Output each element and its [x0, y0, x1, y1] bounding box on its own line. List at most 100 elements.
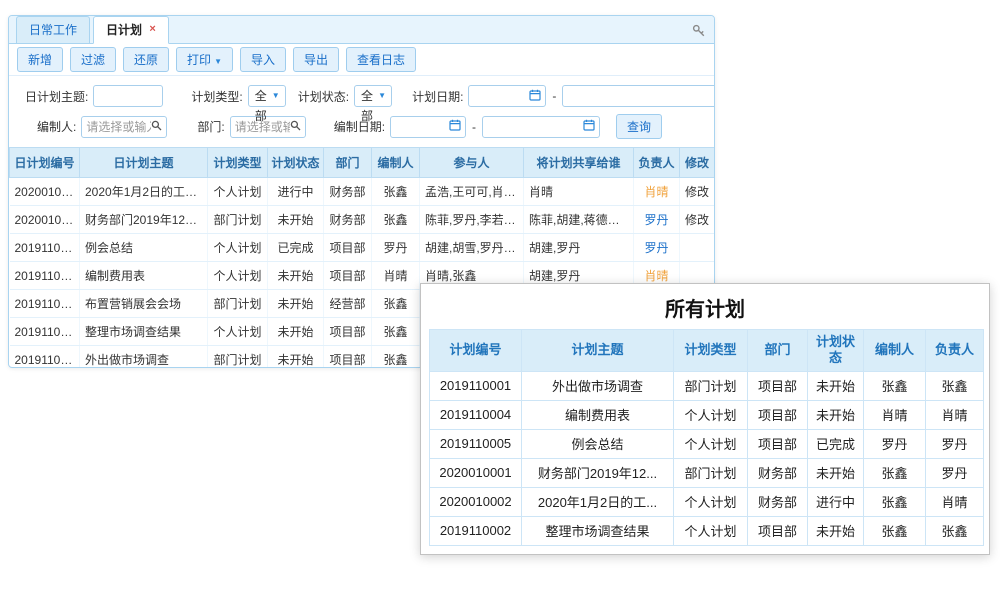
- cell-status: 未开始: [808, 400, 864, 429]
- cell-participants: 陈菲,罗丹,李若若,罗...: [420, 206, 524, 234]
- export-button[interactable]: 导出: [293, 47, 339, 72]
- col-share[interactable]: 将计划共享给谁: [524, 148, 634, 178]
- table-row[interactable]: 2019110005 例会总结 个人计划 已完成 项目部 罗丹 胡建,胡雪,罗丹…: [10, 234, 715, 262]
- cell-modify-link[interactable]: [680, 234, 715, 262]
- compile-date-from-input[interactable]: [390, 116, 466, 138]
- cell-compiler: 张鑫: [372, 206, 420, 234]
- cell-type: 个人计划: [674, 400, 748, 429]
- col-plan-id: 计划编号: [430, 330, 522, 372]
- cell-compiler: 罗丹: [372, 234, 420, 262]
- close-tab-icon[interactable]: ×: [149, 23, 155, 35]
- cell-plan-id[interactable]: 2019110003: [10, 290, 80, 318]
- cell-compiler: 张鑫: [372, 178, 420, 206]
- cell-plan-id[interactable]: 2020010001: [10, 206, 80, 234]
- cell-plan-id[interactable]: 2020010002: [10, 178, 80, 206]
- add-button[interactable]: 新增: [17, 47, 63, 72]
- cell-owner[interactable]: 肖晴: [634, 178, 680, 206]
- dept-picker[interactable]: [230, 116, 306, 138]
- cell-dept: 财务部: [748, 458, 808, 487]
- cell-subject[interactable]: 例会总结: [80, 234, 208, 262]
- tab-daily-plan[interactable]: 日计划 ×: [93, 16, 169, 44]
- cell-compiler: 张鑫: [864, 487, 926, 516]
- cell-owner[interactable]: 罗丹: [634, 206, 680, 234]
- cell-subject: 财务部门2019年12...: [522, 458, 674, 487]
- cell-subject[interactable]: 财务部门2019年12月的...: [80, 206, 208, 234]
- col-type[interactable]: 计划类型: [208, 148, 268, 178]
- plan-date-from-input[interactable]: [468, 85, 546, 107]
- cell-owner[interactable]: 罗丹: [634, 234, 680, 262]
- cell-plan-id[interactable]: 2019110004: [10, 262, 80, 290]
- table-row[interactable]: 2020010002 2020年1月2日的工作日... 个人计划 进行中 财务部…: [10, 178, 715, 206]
- import-button[interactable]: 导入: [240, 47, 286, 72]
- cell-share: 陈菲,胡建,蒋德帆,...: [524, 206, 634, 234]
- col-owner[interactable]: 负责人: [634, 148, 680, 178]
- tab-bar: 日常工作 日计划 ×: [9, 16, 714, 44]
- cell-type: 个人计划: [208, 234, 268, 262]
- compiler-label: 编制人:: [37, 118, 76, 135]
- cell-dept: 项目部: [748, 400, 808, 429]
- cell-plan-id[interactable]: 2019110005: [10, 234, 80, 262]
- status-select[interactable]: 全部 ▼: [354, 85, 392, 107]
- subject-label: 日计划主题:: [25, 88, 88, 105]
- plan-date-to-input[interactable]: [562, 85, 715, 107]
- cell-dept: 财务部: [748, 487, 808, 516]
- cell-dept: 经营部: [324, 290, 372, 318]
- cell-type: 个人计划: [674, 429, 748, 458]
- cell-dept: 项目部: [748, 371, 808, 400]
- tab-daily-work[interactable]: 日常工作: [16, 16, 90, 44]
- cell-type: 个人计划: [208, 262, 268, 290]
- calendar-icon[interactable]: [449, 119, 461, 134]
- subject-input[interactable]: [93, 85, 163, 107]
- filter-button[interactable]: 过滤: [70, 47, 116, 72]
- search-icon[interactable]: [151, 120, 162, 134]
- compile-date-to-input[interactable]: [482, 116, 600, 138]
- view-log-button[interactable]: 查看日志: [346, 47, 416, 72]
- cell-owner: 肖晴: [926, 400, 984, 429]
- date-input[interactable]: [395, 117, 449, 137]
- cell-compiler: 罗丹: [864, 429, 926, 458]
- cell-subject[interactable]: 布置营销展会会场: [80, 290, 208, 318]
- col-status: 计划状态: [808, 330, 864, 372]
- col-compiler[interactable]: 编制人: [372, 148, 420, 178]
- cell-subject[interactable]: 编制费用表: [80, 262, 208, 290]
- cell-modify-link[interactable]: 修改: [680, 178, 715, 206]
- date-input[interactable]: [567, 86, 715, 106]
- date-input[interactable]: [473, 86, 529, 106]
- compiler-picker[interactable]: [81, 116, 167, 138]
- calendar-icon[interactable]: [583, 119, 595, 134]
- col-plan-id[interactable]: 日计划编号: [10, 148, 80, 178]
- cell-subject[interactable]: 整理市场调查结果: [80, 318, 208, 346]
- col-dept[interactable]: 部门: [324, 148, 372, 178]
- col-subject[interactable]: 日计划主题: [80, 148, 208, 178]
- search-icon[interactable]: [290, 120, 301, 134]
- cell-type: 个人计划: [674, 487, 748, 516]
- cell-subject[interactable]: 2020年1月2日的工作日...: [80, 178, 208, 206]
- cell-plan-id[interactable]: 2019110001: [10, 346, 80, 369]
- restore-button[interactable]: 还原: [123, 47, 169, 72]
- col-owner: 负责人: [926, 330, 984, 372]
- cell-plan-id[interactable]: 2019110002: [10, 318, 80, 346]
- cell-type: 部门计划: [674, 371, 748, 400]
- col-participants[interactable]: 参与人: [420, 148, 524, 178]
- key-icon[interactable]: [692, 24, 706, 43]
- calendar-icon[interactable]: [529, 89, 541, 104]
- table-row[interactable]: 2020010001 财务部门2019年12月的... 部门计划 未开始 财务部…: [10, 206, 715, 234]
- cell-modify-link[interactable]: 修改: [680, 206, 715, 234]
- cell-subject: 整理市场调查结果: [522, 516, 674, 545]
- chevron-down-icon: ▼: [272, 86, 280, 106]
- compiler-input[interactable]: [86, 117, 151, 137]
- table-row: 2019110002 整理市场调查结果 个人计划 项目部 未开始 张鑫 张鑫: [430, 516, 984, 545]
- table-header-row: 计划编号 计划主题 计划类型 部门 计划状态 编制人 负责人: [430, 330, 984, 372]
- cell-subject[interactable]: 外出做市场调查: [80, 346, 208, 369]
- print-button[interactable]: 打印▼: [176, 47, 233, 72]
- compile-date-label: 编制日期:: [334, 118, 385, 135]
- type-select[interactable]: 全部 ▼: [248, 85, 286, 107]
- cell-plan-id: 2019110001: [430, 371, 522, 400]
- date-range-separator: -: [552, 89, 556, 103]
- tab-label: 日计划: [106, 23, 142, 37]
- date-input[interactable]: [487, 117, 583, 137]
- cell-dept: 项目部: [748, 516, 808, 545]
- col-modify[interactable]: 修改: [680, 148, 715, 178]
- query-button[interactable]: 查询: [616, 114, 662, 139]
- col-status[interactable]: 计划状态: [268, 148, 324, 178]
